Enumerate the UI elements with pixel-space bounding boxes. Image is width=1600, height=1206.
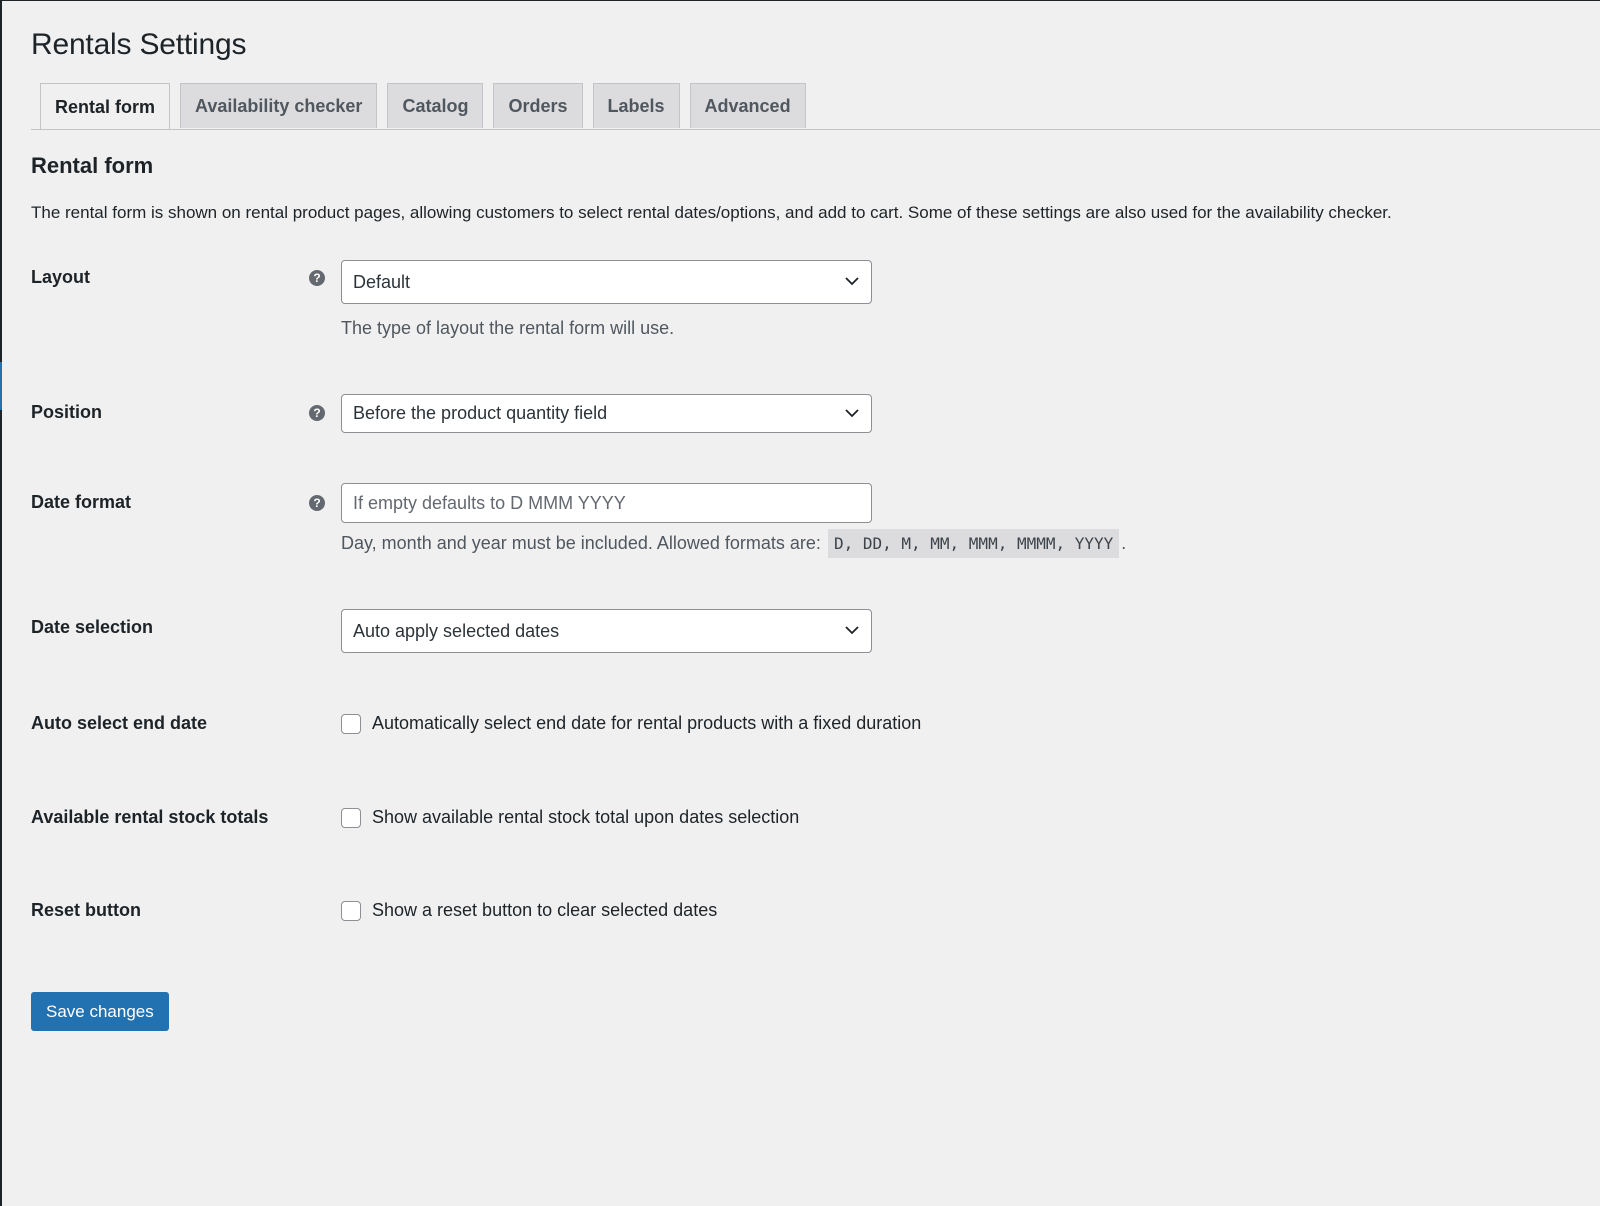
position-label: Position bbox=[31, 402, 102, 422]
chevron-down-icon bbox=[845, 408, 859, 417]
section-description: The rental form is shown on rental produ… bbox=[31, 203, 1392, 222]
settings-tabs: Rental form Availability checker Catalog… bbox=[40, 83, 806, 130]
tab-rental-form[interactable]: Rental form bbox=[40, 83, 171, 130]
help-icon[interactable]: ? bbox=[309, 495, 325, 511]
auto-select-end-date-checkbox[interactable] bbox=[341, 713, 361, 734]
reset-button-option[interactable]: Show a reset button to clear selected da… bbox=[341, 900, 717, 921]
date-selection-select-value: Auto apply selected dates bbox=[353, 620, 560, 641]
tab-catalog[interactable]: Catalog bbox=[387, 83, 484, 128]
page-title: Rentals Settings bbox=[31, 28, 247, 61]
chevron-down-icon bbox=[845, 277, 859, 285]
layout-description: The type of layout the rental form will … bbox=[341, 318, 675, 338]
section-title: Rental form bbox=[31, 153, 154, 178]
window-top-border bbox=[0, 0, 1600, 1]
reset-button-label: Reset button bbox=[31, 900, 141, 920]
help-icon[interactable]: ? bbox=[309, 405, 325, 421]
tab-orders[interactable]: Orders bbox=[493, 83, 583, 128]
layout-label: Layout bbox=[31, 267, 91, 287]
chevron-down-icon bbox=[845, 626, 859, 634]
admin-sidebar-edge bbox=[0, 0, 2, 1206]
auto-select-end-date-option[interactable]: Automatically select end date for rental… bbox=[341, 713, 921, 734]
position-select-value: Before the product quantity field bbox=[353, 403, 608, 423]
available-stock-totals-label: Available rental stock totals bbox=[31, 807, 269, 827]
reset-button-checkbox-label: Show a reset button to clear selected da… bbox=[372, 900, 718, 920]
date-format-input[interactable] bbox=[341, 483, 872, 523]
help-icon[interactable]: ? bbox=[309, 270, 325, 286]
tab-availability-checker[interactable]: Availability checker bbox=[180, 83, 378, 128]
auto-select-end-date-checkbox-label: Automatically select end date for rental… bbox=[372, 713, 922, 733]
date-format-description-text: Day, month and year must be included. Al… bbox=[341, 533, 821, 553]
available-stock-totals-option[interactable]: Show available rental stock total upon d… bbox=[341, 807, 799, 828]
admin-sidebar-active-indicator bbox=[0, 362, 2, 410]
layout-select-value: Default bbox=[353, 271, 411, 292]
date-selection-label: Date selection bbox=[31, 617, 154, 637]
tabs-divider bbox=[31, 129, 1600, 130]
date-format-description-end: . bbox=[1121, 533, 1127, 553]
date-format-description: Day, month and year must be included. Al… bbox=[341, 529, 1127, 558]
allowed-formats-code: D, DD, M, MM, MMM, MMMM, YYYY bbox=[827, 529, 1120, 558]
tab-advanced[interactable]: Advanced bbox=[689, 83, 806, 128]
save-changes-button[interactable]: Save changes bbox=[31, 992, 169, 1031]
date-selection-select[interactable]: Auto apply selected dates bbox=[341, 609, 872, 653]
available-stock-totals-checkbox-label: Show available rental stock total upon d… bbox=[372, 807, 800, 827]
position-select[interactable]: Before the product quantity field bbox=[341, 394, 872, 433]
tab-labels[interactable]: Labels bbox=[592, 83, 680, 128]
auto-select-end-date-label: Auto select end date bbox=[31, 713, 208, 733]
available-stock-totals-checkbox[interactable] bbox=[341, 807, 361, 828]
date-format-label: Date format bbox=[31, 492, 132, 512]
reset-button-checkbox[interactable] bbox=[341, 900, 361, 921]
layout-select[interactable]: Default bbox=[341, 260, 872, 304]
